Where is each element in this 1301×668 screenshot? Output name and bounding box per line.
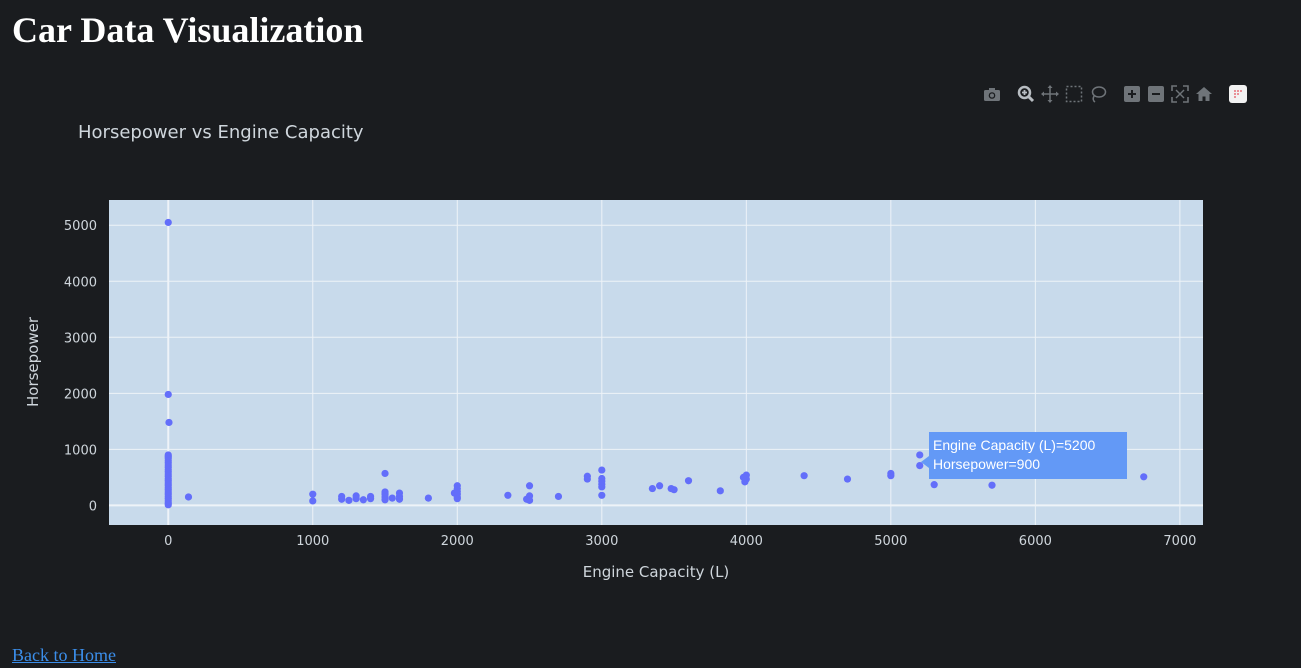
data-point[interactable] (184, 493, 193, 501)
y-tick-label: 3000 (64, 331, 97, 346)
data-point[interactable] (338, 495, 346, 503)
data-point[interactable] (656, 482, 664, 490)
data-point[interactable] (525, 482, 534, 490)
data-point[interactable] (843, 475, 852, 483)
data-point[interactable] (887, 472, 895, 480)
x-tick-label: 0 (164, 534, 172, 549)
data-point[interactable] (800, 472, 808, 480)
x-tick-label: 3000 (585, 534, 618, 549)
data-point[interactable] (366, 495, 375, 503)
data-point[interactable] (598, 483, 606, 491)
camera-icon[interactable] (982, 84, 1002, 104)
data-point[interactable] (988, 481, 996, 489)
data-point[interactable] (554, 492, 563, 501)
scatter-chart: Horsepower vs Engine Capacity 0 1000 2000 3… (24, 122, 1203, 581)
x-tick-label: 6000 (1019, 534, 1052, 549)
y-tick-label: 4000 (64, 275, 97, 290)
data-point[interactable] (164, 390, 172, 399)
x-tick-label: 7000 (1163, 534, 1196, 549)
y-tick-label: 5000 (64, 219, 97, 234)
data-point[interactable] (1140, 473, 1148, 481)
x-tick-label: 1000 (296, 534, 329, 549)
data-point[interactable] (359, 496, 367, 504)
box-select-icon[interactable] (1064, 84, 1084, 104)
y-tick-label: 1000 (64, 443, 97, 458)
pan-icon[interactable] (1040, 84, 1060, 104)
data-point[interactable] (164, 501, 172, 509)
data-point[interactable] (525, 496, 534, 504)
x-axis-title: Engine Capacity (L) (583, 563, 730, 581)
data-point[interactable] (583, 475, 591, 483)
hover-x-value: Engine Capacity (L)=5200 (933, 437, 1096, 453)
data-point[interactable] (453, 495, 461, 503)
data-point[interactable] (381, 469, 389, 478)
chart-title: Horsepower vs Engine Capacity (78, 122, 364, 143)
back-to-home-link[interactable]: Back to Home (12, 645, 116, 666)
x-tick-label: 2000 (441, 534, 474, 549)
autoscale-icon[interactable] (1170, 84, 1190, 104)
x-tick-label: 4000 (730, 534, 763, 549)
data-point[interactable] (504, 491, 512, 499)
lasso-icon[interactable] (1088, 84, 1108, 104)
data-point[interactable] (395, 495, 404, 503)
x-tick-label: 5000 (874, 534, 907, 549)
data-point[interactable] (930, 481, 938, 489)
data-point[interactable] (598, 466, 606, 474)
data-point[interactable] (648, 484, 656, 493)
data-point[interactable] (741, 478, 749, 486)
page-title: Car Data Visualization (12, 10, 364, 50)
zoom-in-icon[interactable] (1122, 84, 1142, 104)
data-point[interactable] (424, 494, 432, 502)
data-point[interactable] (309, 490, 317, 498)
data-point[interactable] (388, 494, 396, 502)
data-point[interactable] (165, 418, 173, 427)
y-tick-label: 2000 (64, 387, 97, 402)
data-point[interactable] (345, 496, 353, 504)
zoom-out-icon[interactable] (1146, 84, 1166, 104)
reset-axes-icon[interactable] (1194, 84, 1214, 104)
zoom-icon[interactable] (1016, 84, 1036, 104)
data-point[interactable] (598, 491, 606, 499)
data-point[interactable] (670, 486, 678, 494)
plotly-logo-icon[interactable] (1228, 84, 1248, 104)
data-point[interactable] (684, 477, 693, 485)
y-tick-label: 0 (89, 499, 97, 514)
data-point[interactable] (716, 487, 724, 495)
hover-tooltip: Engine Capacity (L)=5200 Horsepower=900 (929, 432, 1127, 479)
data-point[interactable] (309, 497, 317, 505)
data-point[interactable] (381, 496, 389, 504)
data-point[interactable] (352, 495, 360, 503)
data-point[interactable] (164, 218, 172, 227)
hover-y-value: Horsepower=900 (933, 456, 1041, 472)
chart-modebar (982, 84, 1252, 104)
y-axis-title: Horsepower (24, 316, 42, 407)
hover-pointer (921, 456, 929, 468)
